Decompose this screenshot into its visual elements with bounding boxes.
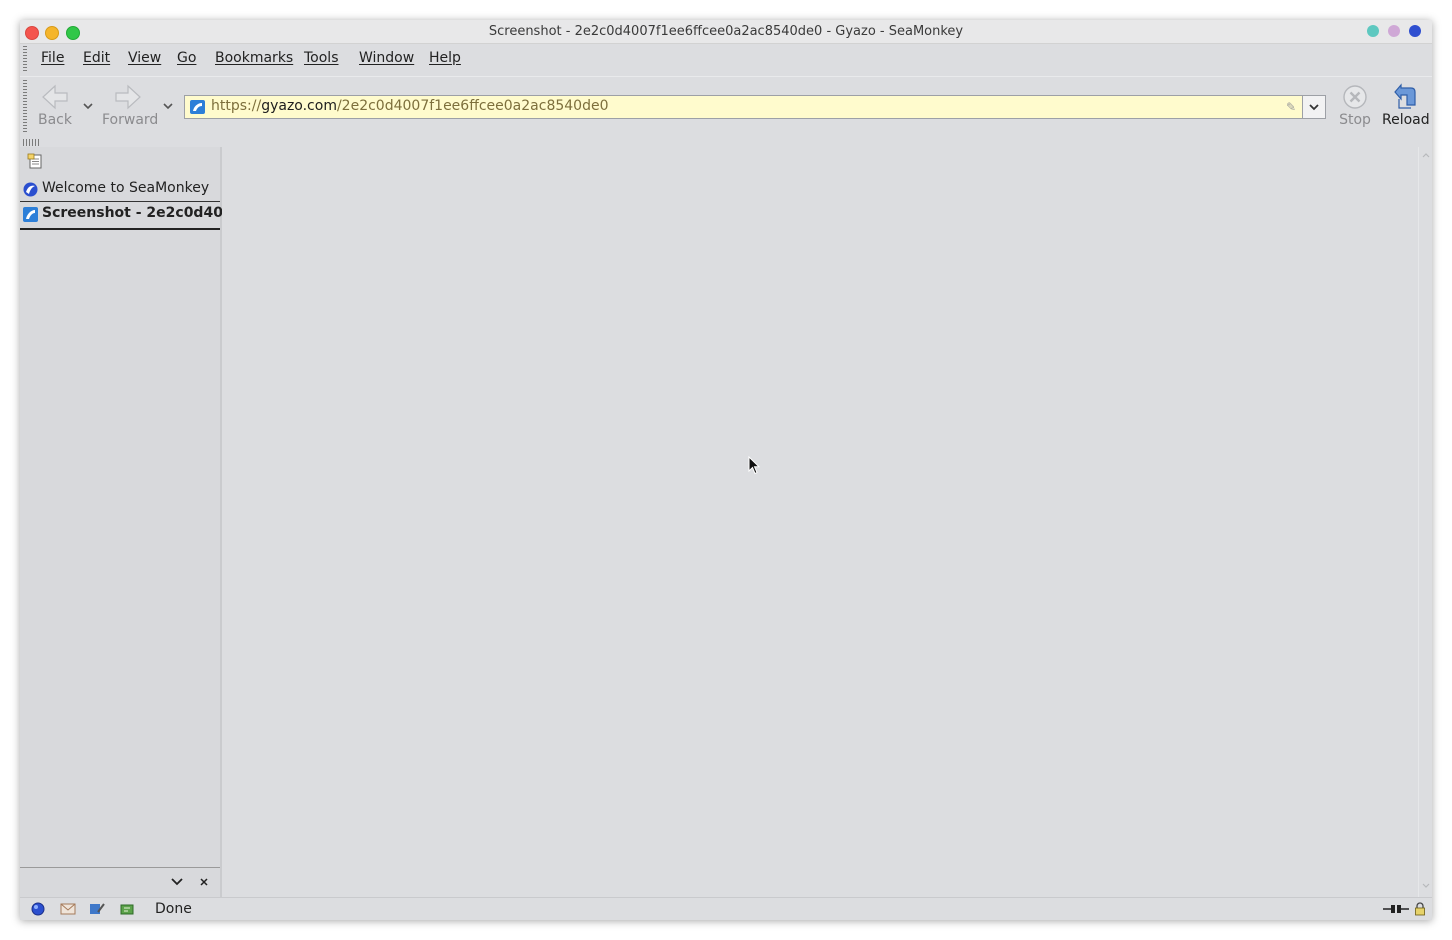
new-tab-icon[interactable] bbox=[27, 153, 43, 169]
vertical-scrollbar[interactable] bbox=[1418, 147, 1432, 897]
app-menu-icon[interactable] bbox=[1409, 25, 1421, 37]
status-bar: Done bbox=[20, 897, 1432, 920]
menu-go[interactable]: Go bbox=[177, 50, 196, 66]
close-sidebar-icon[interactable] bbox=[198, 876, 210, 888]
gyazo-icon bbox=[23, 207, 38, 222]
status-text: Done bbox=[155, 901, 192, 917]
chatzilla-icon[interactable] bbox=[119, 902, 135, 916]
forward-label: Forward bbox=[102, 112, 159, 128]
navigation-toolbar: Back Forward https://gyazo.com/2e2c0d400… bbox=[20, 76, 1432, 139]
security-lock-icon[interactable] bbox=[1414, 902, 1426, 916]
mouse-cursor-icon bbox=[748, 456, 760, 475]
url-bar[interactable]: https://gyazo.com/2e2c0d4007f1ee6ffcee0a… bbox=[184, 95, 1303, 119]
url-path: /2e2c0d4007f1ee6ffcee0a2ac8540de0 bbox=[336, 98, 609, 114]
url-host: gyazo.com bbox=[261, 98, 337, 114]
title-bar: Screenshot - 2e2c0d4007f1ee6ffcee0a2ac85… bbox=[20, 20, 1432, 44]
menu-tools[interactable]: Tools bbox=[304, 50, 339, 66]
reload-icon bbox=[1394, 83, 1416, 109]
sidebar-footer bbox=[20, 867, 220, 898]
browser-window: Screenshot - 2e2c0d4007f1ee6ffcee0a2ac85… bbox=[20, 20, 1432, 920]
page-content[interactable] bbox=[222, 147, 1418, 897]
back-button[interactable]: Back bbox=[38, 83, 72, 128]
back-label: Back bbox=[38, 112, 72, 128]
collapsed-toolbar-grippy[interactable] bbox=[23, 139, 41, 146]
navigator-icon[interactable] bbox=[30, 902, 46, 916]
window-title: Screenshot - 2e2c0d4007f1ee6ffcee0a2ac85… bbox=[488, 24, 964, 39]
sidebar-tab-label: Welcome to SeaMonkey bbox=[42, 180, 210, 196]
back-arrow-icon bbox=[42, 84, 68, 110]
back-history-dropdown-icon[interactable] bbox=[82, 101, 94, 111]
forward-history-dropdown-icon[interactable] bbox=[162, 101, 174, 111]
sidebar-tab-welcome[interactable]: Welcome to SeaMonkey bbox=[20, 176, 220, 202]
mail-icon[interactable] bbox=[60, 902, 76, 916]
menubar-grippy[interactable] bbox=[23, 46, 27, 73]
sidebar-tab-screenshot[interactable]: Screenshot - 2e2c0d400... bbox=[20, 201, 249, 230]
toolbar-grippy[interactable] bbox=[23, 80, 27, 134]
gyazo-favicon-icon bbox=[190, 100, 205, 114]
menu-help[interactable]: Help bbox=[429, 50, 461, 66]
menu-bookmarks[interactable]: Bookmarks bbox=[215, 50, 293, 66]
menu-view[interactable]: View bbox=[128, 50, 161, 66]
seamonkey-globe-icon bbox=[23, 182, 38, 197]
chevron-down-icon bbox=[1309, 104, 1319, 111]
reload-button[interactable]: Reload bbox=[1382, 83, 1430, 128]
online-status-icon[interactable] bbox=[1382, 903, 1410, 915]
forward-arrow-icon bbox=[115, 84, 141, 110]
keep-above-button[interactable] bbox=[1367, 25, 1379, 37]
edit-bookmark-icon[interactable]: ✎ bbox=[1286, 100, 1296, 114]
scroll-down-icon[interactable] bbox=[1421, 882, 1431, 890]
menu-window[interactable]: Window bbox=[359, 50, 414, 66]
stop-label: Stop bbox=[1339, 112, 1371, 128]
menu-file[interactable]: File bbox=[41, 50, 64, 66]
sidebar-tab-label: Screenshot - 2e2c0d400... bbox=[42, 205, 249, 221]
url-scheme: https:// bbox=[211, 98, 262, 114]
stop-icon bbox=[1343, 85, 1367, 109]
reload-label: Reload bbox=[1382, 112, 1430, 128]
menu-edit[interactable]: Edit bbox=[83, 50, 110, 66]
url-history-dropdown-button[interactable] bbox=[1302, 95, 1326, 119]
sidebar-header bbox=[20, 147, 220, 175]
scroll-up-icon[interactable] bbox=[1421, 151, 1431, 159]
forward-button[interactable]: Forward bbox=[102, 83, 159, 128]
on-all-desktops-button[interactable] bbox=[1388, 25, 1400, 37]
stop-button[interactable]: Stop bbox=[1338, 83, 1372, 128]
url-input[interactable]: https://gyazo.com/2e2c0d4007f1ee6ffcee0a… bbox=[211, 98, 608, 114]
chevron-down-icon[interactable] bbox=[170, 876, 184, 888]
composer-icon[interactable] bbox=[89, 902, 105, 916]
menu-bar: File Edit View Go Bookmarks Tools Window… bbox=[20, 44, 1432, 75]
tabs-sidebar: Welcome to SeaMonkey Screenshot - 2e2c0d… bbox=[20, 147, 249, 898]
